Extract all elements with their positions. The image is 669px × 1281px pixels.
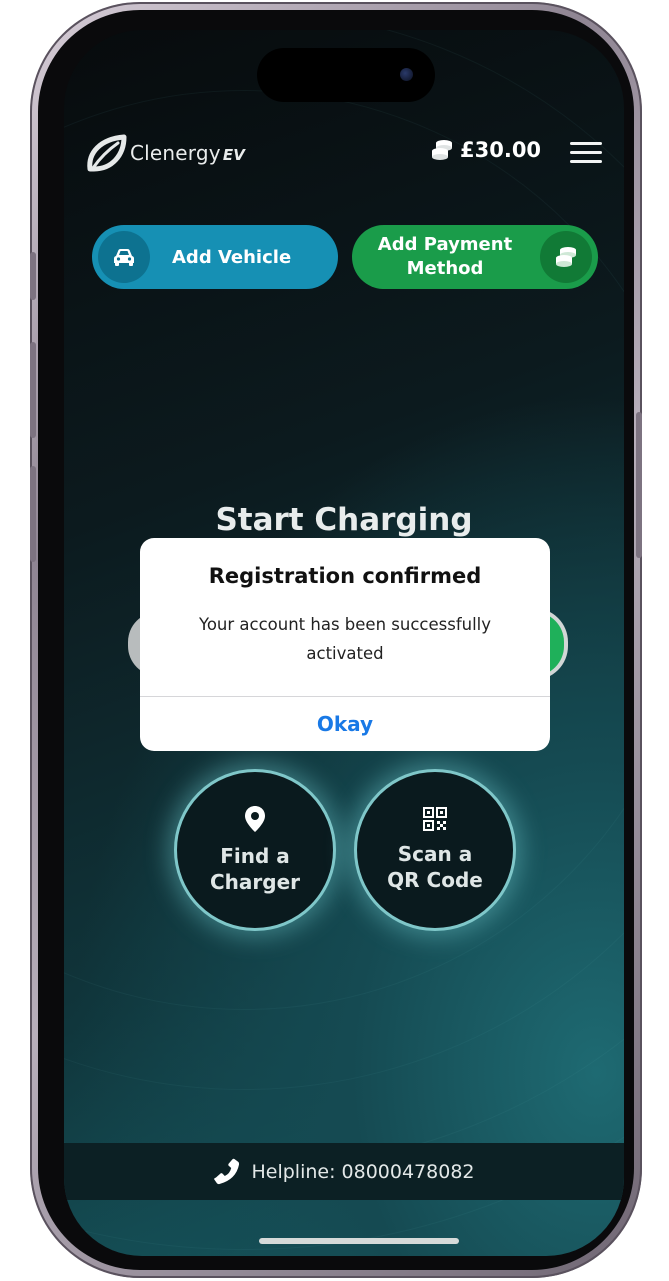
action-button [30,252,36,300]
logo-suffix: EV [222,146,246,164]
add-payment-label: Add Payment Method [377,234,513,279]
menu-line [570,142,602,145]
coins-icon-circle [540,231,592,283]
map-pin-icon [245,806,265,832]
app-logo[interactable]: Clenergy EV [84,128,245,178]
menu-line [570,151,602,154]
wallet-balance[interactable]: £30.00 [430,138,541,162]
balance-amount: £30.00 [460,138,542,162]
power-button [636,412,642,558]
car-icon [114,249,134,266]
helpline-bar[interactable]: Helpline: 08000478082 [64,1143,624,1200]
logo-text: Clenergy EV [130,141,245,165]
find-charger-button[interactable]: Find a Charger [174,769,336,931]
add-vehicle-button[interactable]: Add Vehicle [92,225,338,289]
add-payment-method-button[interactable]: Add Payment Method [352,225,598,289]
scan-qr-button[interactable]: Scan a QR Code [354,769,516,931]
dialog-title: Registration confirmed [208,564,482,588]
phone-icon [214,1158,240,1184]
home-indicator[interactable] [259,1238,459,1244]
add-vehicle-label: Add Vehicle [172,246,292,268]
dialog-message: Your account has been successfully activ… [198,615,492,663]
camera-icon [400,68,413,81]
menu-line [570,160,602,163]
app-screen: Clenergy EV £30.00 Add Vehicle Add Payme… [64,30,624,1256]
volume-up-button [30,342,36,438]
qr-code-icon [423,807,447,831]
logo-wordmark: Clenergy [130,141,221,165]
leaf-logo-icon [87,134,127,172]
helpline-text: Helpline: 08000478082 [251,1160,475,1183]
scan-qr-label: Scan a QR Code [387,842,483,892]
start-charging-title: Start Charging [215,502,473,538]
find-charger-label: Find a Charger [209,844,301,894]
coins-icon [432,140,452,160]
hamburger-menu-icon[interactable] [570,142,602,164]
dynamic-island [257,48,435,102]
registration-confirmed-dialog: Registration confirmed Your account has … [140,538,550,751]
okay-button[interactable]: Okay [140,697,550,751]
car-icon-circle [98,231,150,283]
volume-down-button [30,466,36,562]
coins-icon [556,247,576,267]
